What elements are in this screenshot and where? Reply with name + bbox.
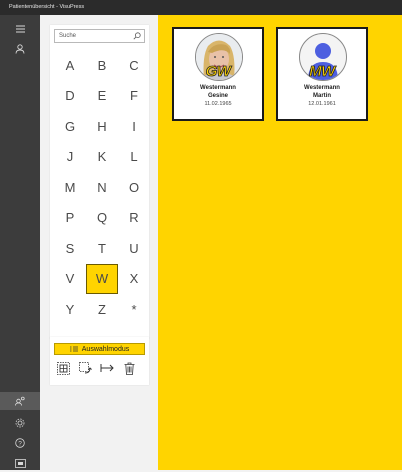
- user-switch-icon: [14, 396, 25, 406]
- patient-last-name: Westermann: [200, 85, 236, 91]
- letter-button[interactable]: Y: [54, 294, 86, 325]
- letter-button[interactable]: J: [54, 142, 86, 173]
- letter-button[interactable]: D: [54, 81, 86, 112]
- letter-button[interactable]: K: [86, 142, 118, 173]
- patient-first-name: Gesine: [207, 93, 228, 99]
- user-switch-button[interactable]: [0, 392, 40, 410]
- letter-button[interactable]: Z: [86, 294, 118, 325]
- letter-button[interactable]: Q: [86, 203, 118, 234]
- letter-button[interactable]: M: [54, 172, 86, 203]
- search-input[interactable]: Suche: [54, 29, 145, 43]
- patient-initials: MW: [309, 63, 336, 81]
- letter-button[interactable]: *: [118, 294, 150, 325]
- letter-button[interactable]: R: [118, 203, 150, 234]
- patient-last-name: Westermann: [304, 85, 340, 91]
- alphabet-grid: A B C D E F G H I J K L M N O P Q R S T U V W X Y Z *: [54, 50, 150, 325]
- letter-button[interactable]: I: [118, 111, 150, 142]
- patient-card[interactable]: GW Westermann Gesine 11.02.1965: [172, 27, 264, 121]
- help-icon: ?: [15, 438, 25, 448]
- screen-button[interactable]: [0, 454, 40, 472]
- select-all-button[interactable]: [56, 361, 70, 375]
- letter-button[interactable]: A: [54, 50, 86, 81]
- selection-toolbar: [56, 359, 146, 377]
- invert-selection-icon: [78, 361, 92, 373]
- letter-button[interactable]: U: [118, 233, 150, 264]
- arrow-right-bar-icon: [100, 364, 114, 372]
- letter-button[interactable]: B: [86, 50, 118, 81]
- export-button[interactable]: [100, 361, 114, 375]
- patients-nav-button[interactable]: [0, 40, 40, 58]
- checklist-icon: [69, 346, 78, 352]
- letter-button[interactable]: W: [86, 263, 118, 294]
- letter-button[interactable]: E: [86, 81, 118, 112]
- patient-card[interactable]: MW Westermann Martin 12.01.1961: [276, 27, 368, 121]
- selection-mode-button[interactable]: Auswahlmodus: [54, 343, 145, 355]
- letter-button[interactable]: C: [118, 50, 150, 81]
- selection-mode-label: Auswahlmodus: [81, 345, 130, 353]
- patient-first-name: Martin: [313, 93, 331, 99]
- letter-button[interactable]: S: [54, 233, 86, 264]
- select-all-icon: [56, 361, 70, 375]
- trash-icon: [124, 362, 134, 375]
- letter-button[interactable]: L: [118, 142, 150, 173]
- patient-birthdate: 12.01.1961: [308, 101, 336, 107]
- letter-button[interactable]: T: [86, 233, 118, 264]
- alphabet-panel: Suche A B C D E F G H I J K L M N O P Q R S T U V W X Y Z *: [50, 25, 149, 339]
- screen-icon: [14, 458, 26, 468]
- letter-button[interactable]: P: [54, 203, 86, 234]
- letter-button[interactable]: H: [86, 111, 118, 142]
- menu-icon: [15, 25, 25, 33]
- search-icon: [133, 32, 141, 40]
- sidebar: Suche A B C D E F G H I J K L M N O P Q R S T U V W X Y Z * Auswah…: [40, 15, 158, 470]
- delete-button[interactable]: [122, 361, 136, 375]
- letter-button[interactable]: N: [86, 172, 118, 203]
- person-icon: [15, 44, 25, 54]
- letter-button[interactable]: O: [118, 172, 150, 203]
- patient-grid: GW Westermann Gesine 11.02.1965 MW Weste…: [158, 15, 402, 470]
- gear-icon: [15, 418, 25, 428]
- letter-button[interactable]: V: [54, 264, 86, 295]
- help-button[interactable]: ?: [0, 434, 40, 452]
- patient-initials: GW: [205, 63, 231, 81]
- nav-rail: ?: [0, 15, 40, 470]
- selection-mode-panel: Auswahlmodus: [50, 337, 149, 385]
- search-placeholder: Suche: [59, 33, 77, 39]
- letter-button[interactable]: G: [54, 111, 86, 142]
- patient-birthdate: 11.02.1965: [204, 101, 232, 107]
- invert-selection-button[interactable]: [78, 361, 92, 375]
- letter-button[interactable]: F: [118, 81, 150, 112]
- menu-button[interactable]: [0, 20, 40, 38]
- settings-button[interactable]: [0, 414, 40, 432]
- window-title: Patientenübersicht - VisuPress: [0, 0, 402, 15]
- svg-text:?: ?: [18, 441, 22, 448]
- letter-button[interactable]: X: [118, 264, 150, 295]
